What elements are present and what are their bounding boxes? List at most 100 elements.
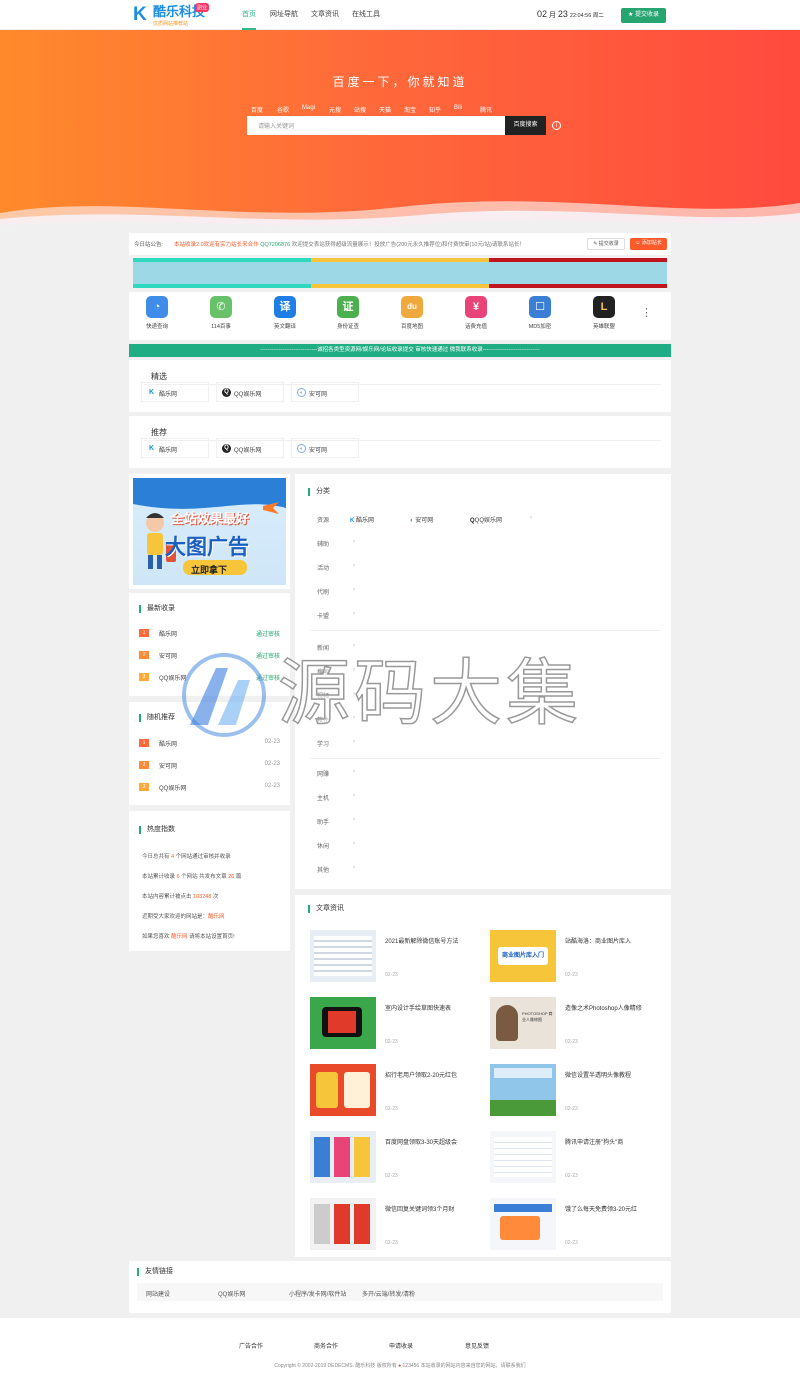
article-item[interactable]: 室内设计手绘草图快速表 02-23 — [310, 997, 470, 1052]
app-recharge[interactable]: ¥ 话费充值 — [456, 296, 496, 338]
category-site[interactable]: K 酷乐网 — [350, 515, 374, 524]
category-item[interactable]: 休闲 › — [317, 841, 355, 850]
category-item[interactable]: 辅助 › — [317, 539, 355, 548]
article-item[interactable]: 饿了么每天免费领3-20元红 02-23 — [490, 1198, 650, 1253]
ad-cta[interactable]: 立即拿下 — [191, 563, 227, 576]
category-item[interactable]: 视频 › — [317, 691, 355, 700]
category-item[interactable]: 学习 › — [317, 739, 355, 748]
chevron-right-icon[interactable]: › — [530, 515, 532, 521]
site-logo[interactable]: K 酷乐科技 副业 优质网站推荐站 — [133, 3, 213, 28]
site-card[interactable]: Q QQ娱乐网 — [216, 438, 284, 458]
category-item[interactable]: 搜索 › — [317, 667, 355, 676]
engine-tab[interactable]: Magi — [302, 105, 315, 111]
friend-link[interactable]: 多开/云端/转发/清粉 — [362, 1289, 415, 1298]
app-idcard[interactable]: 证身份证查 — [328, 296, 368, 338]
icp-number[interactable]: 123456 — [403, 1363, 420, 1369]
engine-tab[interactable]: 知乎 — [429, 105, 441, 114]
app-map[interactable]: du 百度地图 — [392, 296, 432, 338]
article-title[interactable]: 百度网盘领取3-30天超级会 — [385, 1137, 457, 1146]
nav-articles[interactable]: 文章资讯 — [311, 0, 339, 30]
list-item[interactable]: 3 QQ娱乐网 通过审核 — [139, 673, 280, 685]
category-item[interactable]: 新闻 › — [317, 643, 355, 652]
category-item[interactable]: 主机 › — [317, 793, 355, 802]
app-translate[interactable]: 译英文翻译 — [265, 296, 305, 338]
contact-admin-button[interactable]: ☺ 添加站长 — [630, 238, 667, 250]
info-icon[interactable]: i — [552, 121, 561, 130]
article-title[interactable]: 微信设置半透明头像教程 — [565, 1070, 631, 1079]
app-delivery[interactable]: ◔ 快递查询 — [137, 296, 177, 338]
stat-link[interactable]: 酷乐网 — [208, 914, 225, 920]
app-phone[interactable]: ✆ 114百事 — [201, 296, 241, 338]
footer-link[interactable]: 申请收录 — [389, 1341, 413, 1350]
article-item[interactable]: 商业图片库入门 站酷海洛：商业图片库入 02-23 — [490, 930, 650, 985]
site-card[interactable]: Q QQ娱乐网 — [216, 382, 284, 402]
article-item[interactable]: PHOTOSHOP 商业人像修图 造像之术Photoshop人像精修 02-23 — [490, 997, 650, 1052]
article-title[interactable]: 招行老用户领取2-20元红包 — [385, 1070, 457, 1079]
category-item[interactable]: 助手 › — [317, 817, 355, 826]
big-ad-image[interactable]: 全站效果最好 大图广告 立即拿下 — [133, 478, 286, 585]
footer-link[interactable]: 广告合作 — [239, 1341, 263, 1350]
category-item[interactable]: 网赚 › — [317, 769, 355, 778]
site-card[interactable]: K 酷乐网 — [141, 382, 209, 402]
article-item[interactable]: 微信回复关键词领3个月财 02-23 — [310, 1198, 470, 1253]
article-title[interactable]: 室内设计手绘草图快速表 — [385, 1003, 451, 1012]
nav-home[interactable]: 首页 — [242, 0, 256, 30]
engine-tab[interactable]: 元搜 — [329, 105, 341, 114]
article-item[interactable]: 2021最新解除微信账号方法 02-23 — [310, 930, 470, 985]
category-site[interactable]: QQQ娱乐网 — [470, 515, 502, 524]
site-card[interactable]: K 酷乐网 — [141, 438, 209, 458]
submit-site-button[interactable]: ★ 提交收录 — [621, 8, 666, 23]
footer-link[interactable]: 商务合作 — [314, 1341, 338, 1350]
engine-tab[interactable]: 站搜 — [354, 105, 366, 114]
site-card[interactable]: ◐ 安可网 — [291, 438, 359, 458]
category-resource[interactable]: 资源 — [317, 515, 329, 524]
article-title[interactable]: 饿了么每天免费领3-20元红 — [565, 1204, 637, 1213]
engine-tab[interactable]: 腾讯 — [480, 105, 492, 114]
nav-directory[interactable]: 网址导航 — [270, 0, 298, 30]
search-input[interactable]: 请输入关键词 — [247, 116, 505, 135]
category-item[interactable]: 其他 › — [317, 865, 355, 874]
friend-link[interactable]: 网站建设 — [146, 1289, 170, 1298]
list-item[interactable]: 3 QQ娱乐网 02-23 — [139, 783, 280, 795]
article-title[interactable]: 微信回复关键词领3个月财 — [385, 1204, 454, 1213]
search-button[interactable]: 百度搜索 — [505, 116, 546, 135]
banner-ads[interactable] — [133, 258, 667, 288]
friend-link[interactable]: QQ娱乐网 — [218, 1289, 245, 1298]
list-item[interactable]: 1 酷乐网 02-23 — [139, 739, 280, 751]
category-item[interactable]: 卡盟 › — [317, 611, 355, 620]
list-item[interactable]: 2 安可网 通过审核 — [139, 651, 280, 663]
footer-link[interactable]: 意见反馈 — [465, 1341, 489, 1350]
category-item[interactable]: 软件 › — [317, 715, 355, 724]
list-item[interactable]: 1 酷乐网 通过审核 — [139, 629, 280, 641]
article-title[interactable]: 2021最新解除微信账号方法 — [385, 936, 458, 945]
article-item[interactable]: 招行老用户领取2-20元红包 02-23 — [310, 1064, 470, 1119]
ad-card[interactable]: 全站效果最好 大图广告 立即拿下 — [129, 474, 290, 589]
stat-link[interactable]: 酷乐网 — [171, 934, 188, 940]
category-site[interactable]: ◐ 安可网 — [410, 515, 433, 524]
category-item[interactable]: 代刷 › — [317, 587, 355, 596]
notice-submit-button[interactable]: ✎ 提交收录 — [587, 238, 625, 250]
article-item[interactable]: 腾讯申请注册"狗头"商 02-23 — [490, 1131, 650, 1186]
friend-link[interactable]: 小程序/发卡网/软件站 — [289, 1289, 346, 1298]
app-game[interactable]: L 英雄联盟 — [584, 296, 624, 338]
article-title[interactable]: 造像之术Photoshop人像精修 — [565, 1003, 642, 1012]
article-title[interactable]: 站酷海洛：商业图片库入 — [565, 936, 631, 945]
category-label: 活动 — [317, 566, 330, 572]
nav-tools[interactable]: 在线工具 — [352, 0, 380, 30]
engine-tab[interactable]: 百度 — [251, 105, 263, 114]
article-item[interactable]: 微信设置半透明头像教程 02-23 — [490, 1064, 650, 1119]
article-title[interactable]: 腾讯申请注册"狗头"商 — [565, 1137, 623, 1146]
category-item[interactable]: 活动 › — [317, 563, 355, 572]
latest-card: 最新收录 1 酷乐网 通过审核 2 安可网 通过审核 3 QQ娱乐网 通过审核 — [129, 593, 290, 696]
category-label: 新闻 — [317, 646, 330, 652]
engine-tab[interactable]: Bili — [454, 105, 462, 111]
engine-tab[interactable]: 天猫 — [379, 105, 391, 114]
recruit-banner[interactable]: -------------------------------诚招各类型资源网/… — [129, 344, 671, 357]
list-item[interactable]: 2 安可网 02-23 — [139, 761, 280, 773]
engine-tab[interactable]: 淘宝 — [404, 105, 416, 114]
article-item[interactable]: 百度网盘领取3-30天超级会 02-23 — [310, 1131, 470, 1186]
more-icon[interactable]: ⋮ — [641, 306, 652, 319]
engine-tab[interactable]: 谷歌 — [277, 105, 289, 114]
site-card[interactable]: ◐ 安可网 — [291, 382, 359, 402]
app-md5[interactable]: ☐ MD5加密 — [520, 296, 560, 338]
